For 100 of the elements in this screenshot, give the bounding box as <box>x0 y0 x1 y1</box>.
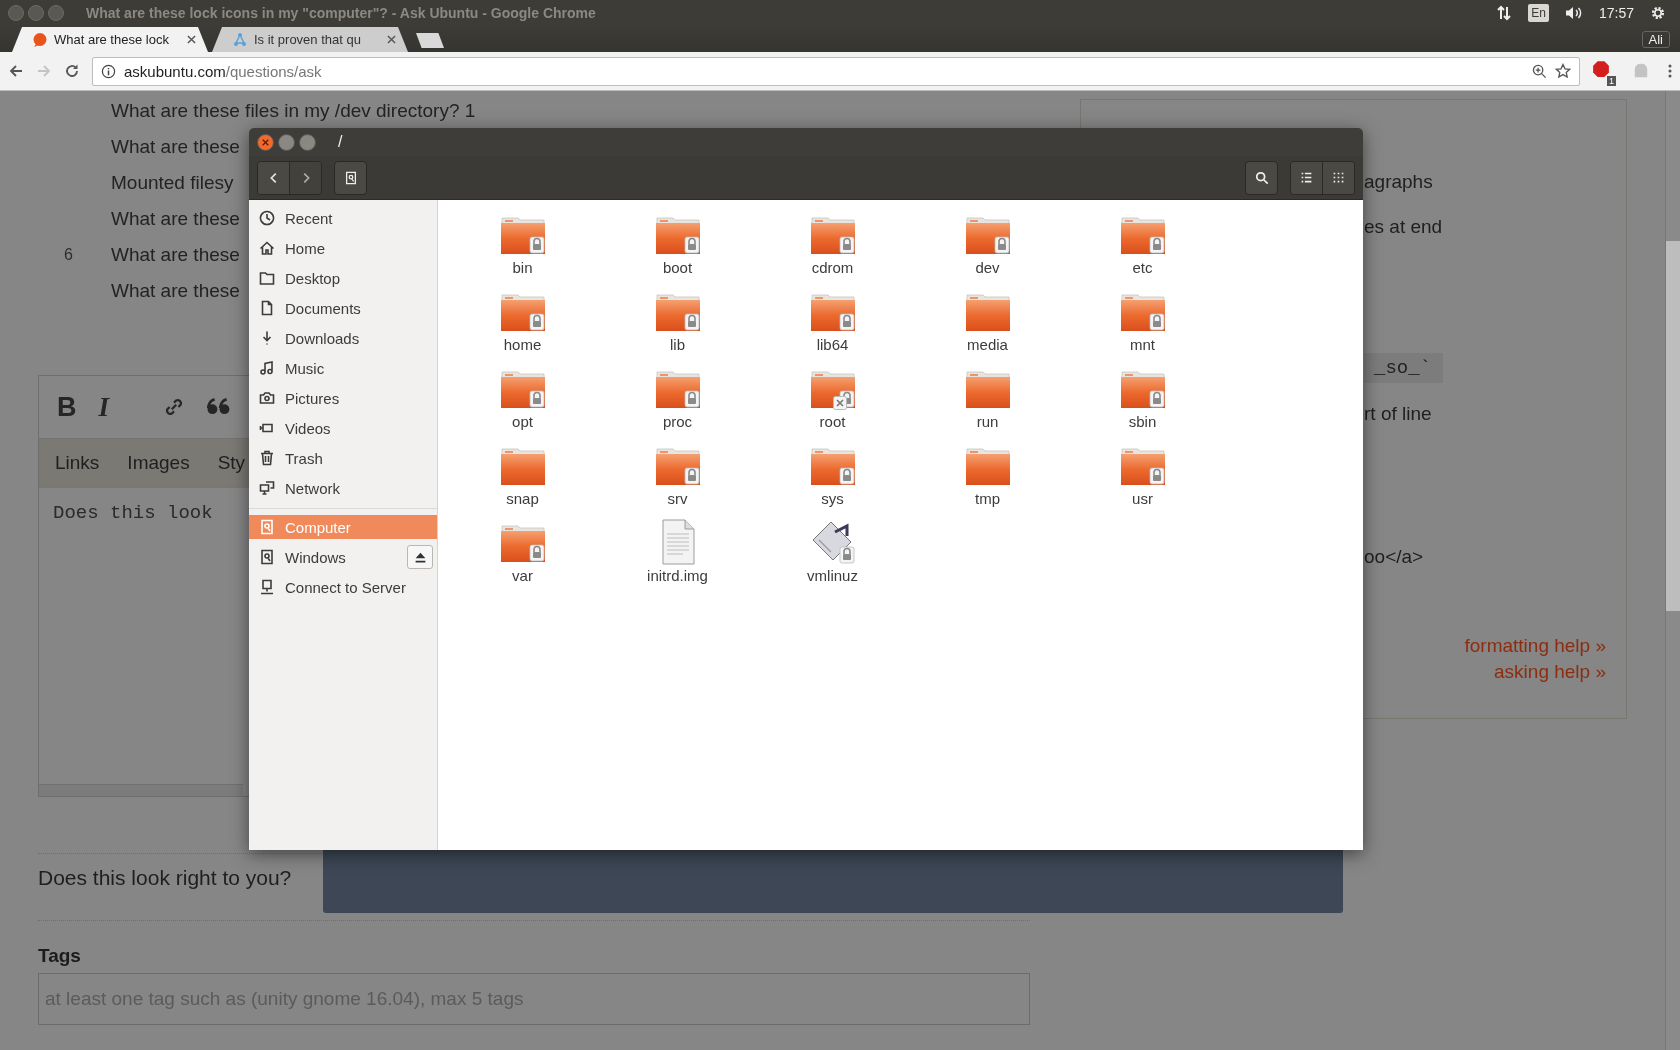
info-icon[interactable] <box>101 63 116 79</box>
format-button[interactable]: I <box>98 391 109 423</box>
trash-icon <box>259 450 275 466</box>
question-body-field[interactable]: Does this look <box>39 488 243 784</box>
quote-icon[interactable] <box>207 398 231 416</box>
list-view-button[interactable] <box>1291 161 1322 194</box>
file-item[interactable]: boot <box>600 210 755 287</box>
address-bar[interactable]: askubuntu.com/questions/ask <box>92 56 1580 86</box>
volume-icon[interactable] <box>1564 4 1583 21</box>
drive-icon <box>259 519 275 535</box>
format-button[interactable]: B <box>57 391 77 423</box>
sidebar-item[interactable]: Videos <box>249 413 437 443</box>
transfer-arrows-icon[interactable] <box>1496 4 1513 21</box>
file-item[interactable]: srv <box>600 441 755 518</box>
sidebar-item[interactable]: Pictures <box>249 383 437 413</box>
sidebar-item[interactable]: Connect to Server <box>249 572 437 602</box>
file-item[interactable]: home <box>445 287 600 364</box>
resize-grip-bar[interactable] <box>39 784 243 796</box>
sidebar-item[interactable]: Music <box>249 353 437 383</box>
stop-sign-extension-icon[interactable] <box>1592 60 1610 78</box>
related-question-link[interactable]: Mounted filesy <box>111 172 234 194</box>
close-icon[interactable] <box>257 133 274 151</box>
folder-icon <box>259 270 275 286</box>
new-tab-button[interactable] <box>416 33 444 48</box>
help-tab[interactable]: Links <box>55 452 100 474</box>
browser-tab[interactable]: Is it proven that qu <box>212 27 408 52</box>
reload-icon[interactable] <box>64 63 80 79</box>
search-button[interactable] <box>1245 160 1278 195</box>
sidebar-item[interactable]: Downloads <box>249 323 437 353</box>
sidebar-item[interactable]: Network <box>249 473 437 503</box>
file-item[interactable]: bin <box>445 210 600 287</box>
user-name-badge[interactable]: Ali <box>1641 31 1670 48</box>
clock-text[interactable]: 17:57 <box>1598 4 1634 21</box>
sidebar-item[interactable]: Recent <box>249 203 437 233</box>
related-question-link[interactable]: What are these files in my /dev directory? 1 <box>111 100 476 122</box>
maximize-icon[interactable] <box>299 133 316 151</box>
extension-count-badge: 1 <box>1607 76 1616 86</box>
back-button[interactable] <box>258 161 289 194</box>
sidebar-item[interactable]: Trash <box>249 443 437 473</box>
server-icon <box>259 579 275 595</box>
related-question-link[interactable]: What are these <box>111 280 240 302</box>
close-icon[interactable] <box>387 35 396 44</box>
file-item[interactable]: sbin <box>1065 364 1220 441</box>
file-item[interactable]: root <box>755 364 910 441</box>
file-item[interactable]: cdrom <box>755 210 910 287</box>
window-title: / <box>338 133 343 151</box>
help-text: oo</a> <box>1364 546 1424 568</box>
help-tab[interactable]: Sty <box>217 452 246 474</box>
file-item[interactable]: lib64 <box>755 287 910 364</box>
file-item[interactable]: proc <box>600 364 755 441</box>
camera-icon <box>259 390 275 406</box>
file-item[interactable]: lib <box>600 287 755 364</box>
network-icon <box>259 480 275 496</box>
back-arrow-icon[interactable] <box>8 63 24 79</box>
sidebar-item[interactable]: Desktop <box>249 263 437 293</box>
file-item[interactable]: media <box>910 287 1065 364</box>
forward-button[interactable] <box>289 161 321 194</box>
file-item[interactable]: mnt <box>1065 287 1220 364</box>
file-item[interactable]: vmlinuz <box>755 518 910 595</box>
grid-view-button[interactable] <box>1322 161 1354 194</box>
star-icon[interactable] <box>1555 63 1571 79</box>
network-nodes-favicon-icon <box>232 31 248 48</box>
location-button[interactable] <box>334 160 367 195</box>
file-item[interactable]: usr <box>1065 441 1220 518</box>
related-question-link[interactable]: What are these <box>111 208 240 230</box>
link-icon[interactable] <box>163 396 185 418</box>
file-item[interactable]: etc <box>1065 210 1220 287</box>
close-icon[interactable] <box>187 35 196 44</box>
eject-icon <box>413 550 427 564</box>
related-question-link[interactable]: What are these <box>111 136 240 158</box>
file-item[interactable]: sys <box>755 441 910 518</box>
speech-bubble-favicon-icon <box>32 31 48 48</box>
settings-icon[interactable] <box>1650 4 1666 21</box>
sidebar-item[interactable]: Windows <box>249 542 407 572</box>
file-item[interactable]: var <box>445 518 600 595</box>
file-item[interactable]: opt <box>445 364 600 441</box>
file-item[interactable]: tmp <box>910 441 1065 518</box>
menu-icon[interactable] <box>1668 63 1672 79</box>
keyboard-layout-indicator[interactable]: En <box>1528 3 1549 22</box>
scrollbar[interactable] <box>1665 91 1680 1050</box>
eject-button[interactable] <box>407 545 433 569</box>
sidebar-item[interactable]: Documents <box>249 293 437 323</box>
list-icon <box>1300 171 1313 184</box>
file-item[interactable]: run <box>910 364 1065 441</box>
help-text: rt of line <box>1364 403 1432 425</box>
zoom-in-icon[interactable] <box>1532 63 1547 79</box>
browser-tab[interactable]: What are these lock <box>12 27 208 52</box>
sidebar-item[interactable]: Home <box>249 233 437 263</box>
help-text: es at end <box>1364 216 1443 238</box>
minimize-icon[interactable] <box>278 133 295 151</box>
file-item[interactable]: snap <box>445 441 600 518</box>
related-question-link[interactable]: What are these <box>111 244 240 266</box>
help-tab[interactable]: Images <box>127 452 190 474</box>
file-item[interactable]: dev <box>910 210 1065 287</box>
window-title: What are these lock icons in my "computer"? - Ask Ubuntu - Google Chrome <box>86 4 596 21</box>
drive-icon <box>343 170 358 185</box>
home-icon <box>259 240 275 256</box>
music-icon <box>259 360 275 376</box>
file-item[interactable]: initrd.img <box>600 518 755 595</box>
document-icon <box>259 300 275 316</box>
